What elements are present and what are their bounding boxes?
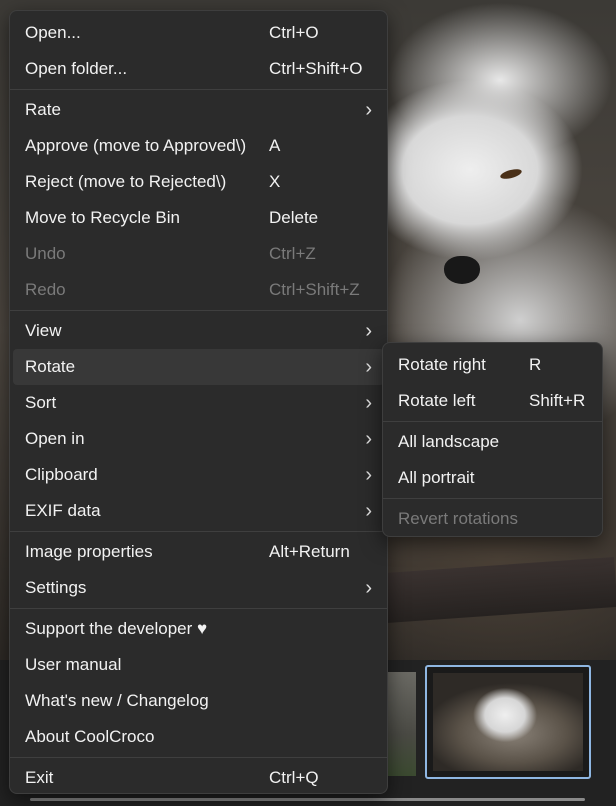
submenu-item-revert-rotations: Revert rotations [386, 501, 599, 537]
chevron-right-icon: › [365, 392, 372, 414]
menu-item-clipboard[interactable]: Clipboard › [13, 457, 384, 493]
submenu-item-all-portrait[interactable]: All portrait [386, 460, 599, 496]
menu-item-label: Settings [25, 578, 87, 597]
menu-item-label: Exit [25, 768, 54, 787]
menu-item-label: Clipboard [25, 465, 98, 484]
menu-item-exit[interactable]: Exit Ctrl+Q [13, 760, 384, 796]
chevron-right-icon: › [365, 577, 372, 599]
menu-item-view[interactable]: View › [13, 313, 384, 349]
submenu-item-all-landscape[interactable]: All landscape [386, 424, 599, 460]
menu-item-shortcut: Ctrl+Z [269, 244, 316, 263]
menu-item-support-developer[interactable]: Support the developer ♥ [13, 611, 384, 647]
menu-item-user-manual[interactable]: User manual [13, 647, 384, 683]
menu-item-label: User manual [25, 655, 122, 674]
menu-item-label: All portrait [398, 468, 475, 487]
menu-item-label: Reject (move to Rejected\) [25, 172, 227, 191]
menu-item-shortcut: X [269, 172, 281, 191]
menu-item-rotate[interactable]: Rotate › [13, 349, 384, 385]
thumbnail-scrollbar[interactable] [30, 798, 585, 801]
menu-item-label: EXIF data [25, 501, 101, 520]
menu-separator [10, 531, 387, 532]
menu-item-label: Open... [25, 23, 81, 42]
menu-item-rate[interactable]: Rate › [13, 92, 384, 128]
menu-item-shortcut: Ctrl+Q [269, 768, 319, 787]
menu-item-shortcut: Ctrl+O [269, 23, 319, 42]
menu-item-label: Rotate right [398, 355, 486, 374]
menu-item-label: Approve (move to Approved\) [25, 136, 247, 155]
menu-item-shortcut: Alt+Return [269, 542, 350, 561]
menu-item-open-folder[interactable]: Open folder... Ctrl+Shift+O [13, 51, 384, 87]
submenu-item-rotate-left[interactable]: Rotate left Shift+R [386, 383, 599, 419]
menu-separator [383, 498, 602, 499]
menu-item-open-in[interactable]: Open in › [13, 421, 384, 457]
thumbnail-previous[interactable] [386, 672, 416, 776]
menu-item-label: Support the developer ♥ [25, 619, 208, 638]
menu-item-label: Rate [25, 100, 61, 119]
menu-item-label: Rotate [25, 357, 76, 376]
menu-item-label: What's new / Changelog [25, 691, 209, 710]
menu-item-redo: Redo Ctrl+Shift+Z [13, 272, 384, 308]
menu-item-whats-new[interactable]: What's new / Changelog [13, 683, 384, 719]
thumbnail-image [433, 673, 583, 771]
thumbnail-selected[interactable] [425, 665, 591, 779]
menu-item-shortcut: Delete [269, 208, 319, 227]
menu-item-image-properties[interactable]: Image properties Alt+Return [13, 534, 384, 570]
menu-item-undo: Undo Ctrl+Z [13, 236, 384, 272]
menu-item-about[interactable]: About CoolCroco [13, 719, 384, 755]
menu-separator [383, 421, 602, 422]
menu-item-shortcut: Ctrl+Shift+Z [269, 280, 360, 299]
wolf-nose-detail [444, 256, 480, 284]
chevron-right-icon: › [365, 428, 372, 450]
menu-item-reject[interactable]: Reject (move to Rejected\) X [13, 164, 384, 200]
menu-item-label: Open in [25, 429, 85, 448]
chevron-right-icon: › [365, 464, 372, 486]
menu-item-approve[interactable]: Approve (move to Approved\) A [13, 128, 384, 164]
menu-item-label: Revert rotations [398, 509, 518, 528]
menu-separator [10, 89, 387, 90]
menu-item-sort[interactable]: Sort › [13, 385, 384, 421]
menu-item-shortcut: A [269, 136, 281, 155]
rotate-submenu: Rotate right R Rotate left Shift+R All l… [382, 342, 603, 537]
chevron-right-icon: › [365, 320, 372, 342]
menu-item-label: Image properties [25, 542, 153, 561]
menu-item-label: All landscape [398, 432, 500, 451]
chevron-right-icon: › [365, 500, 372, 522]
menu-item-label: Open folder... [25, 59, 128, 78]
menu-item-shortcut: R [529, 355, 542, 374]
chevron-right-icon: › [365, 356, 372, 378]
chevron-right-icon: › [365, 99, 372, 121]
menu-item-shortcut: Ctrl+Shift+O [269, 59, 363, 78]
menu-item-label: Move to Recycle Bin [25, 208, 180, 227]
menu-item-label: Sort [25, 393, 57, 412]
menu-item-label: About CoolCroco [25, 727, 155, 746]
menu-item-open[interactable]: Open... Ctrl+O [13, 15, 384, 51]
menu-item-settings[interactable]: Settings › [13, 570, 384, 606]
menu-separator [10, 757, 387, 758]
menu-item-recycle-bin[interactable]: Move to Recycle Bin Delete [13, 200, 384, 236]
submenu-item-rotate-right[interactable]: Rotate right R [386, 347, 599, 383]
menu-separator [10, 310, 387, 311]
menu-item-shortcut: Shift+R [529, 391, 586, 410]
menu-item-label: Redo [25, 280, 66, 299]
menu-item-label: Undo [25, 244, 66, 263]
menu-item-exif-data[interactable]: EXIF data › [13, 493, 384, 529]
menu-item-label: View [25, 321, 62, 340]
menu-item-label: Rotate left [398, 391, 476, 410]
menu-separator [10, 608, 387, 609]
context-menu: Open... Ctrl+O Open folder... Ctrl+Shift… [9, 10, 388, 794]
